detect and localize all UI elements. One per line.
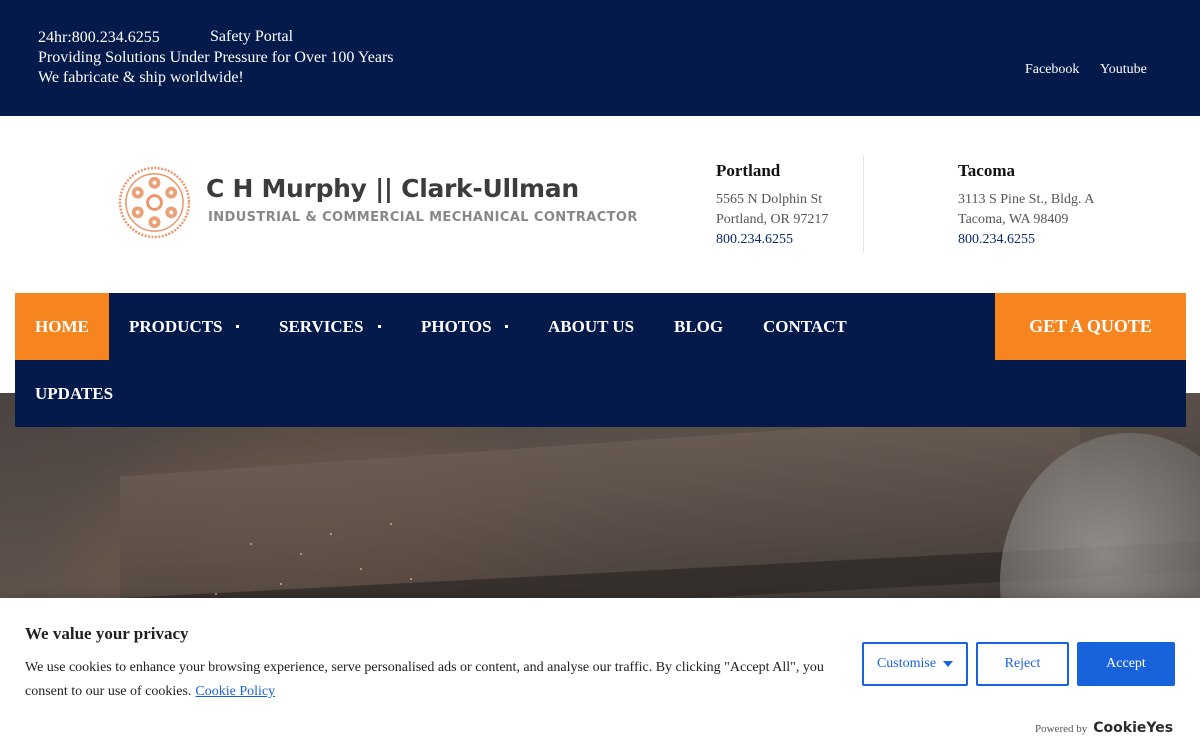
location-city-line: Portland, OR 97217 [716,212,829,227]
tagline-secondary: We fabricate & ship worldwide! [38,69,244,86]
customise-button[interactable]: Customise [862,642,968,686]
customise-label: Customise [876,656,937,671]
top-bar: 24hr:800.234.6255 Safety Portal Providin… [0,0,1200,116]
dropdown-dot-icon [378,325,381,328]
hero-spark [280,583,282,585]
reject-button[interactable]: Reject [976,642,1069,686]
location-phone[interactable]: 800.234.6255 [958,230,1094,250]
facebook-link[interactable]: Facebook [1025,62,1079,78]
nav-contact[interactable]: CONTACT [763,293,847,360]
powered-by: Powered by CookieYes [1035,720,1173,736]
nav-updates[interactable]: UPDATES [35,360,113,427]
logo-subtitle: INDUSTRIAL & COMMERCIAL MECHANICAL CONTR… [208,210,638,225]
location-city: Tacoma [958,161,1015,180]
powered-by-label: Powered by [1035,723,1088,735]
caret-down-icon [943,660,954,667]
dropdown-dot-icon [236,325,239,328]
nav-blog[interactable]: BLOG [674,293,723,360]
nav-photos[interactable]: PHOTOS [421,293,492,360]
hero-spark [360,568,362,570]
cookie-policy-link[interactable]: Cookie Policy [195,684,275,699]
location-street: 5565 N Dolphin St [716,192,823,207]
hero-spark [390,523,392,525]
accept-button[interactable]: Accept [1077,642,1175,686]
location-city: Portland [716,161,781,180]
location-phone[interactable]: 800.234.6255 [716,230,828,250]
cookie-title: We value your privacy [25,624,189,643]
site-header: C H Murphy || Clark-Ullman INDUSTRIAL & … [0,116,1200,293]
safety-portal-link[interactable]: Safety Portal [210,28,293,46]
hero-spark [330,533,332,535]
logo-title: C H Murphy || Clark-Ullman [206,174,579,203]
hero-spark [215,593,217,595]
tagline-primary: Providing Solutions Under Pressure for O… [38,49,394,66]
dropdown-dot-icon [505,325,508,328]
hero-spark [250,543,252,545]
location-street: 3113 S Pine St., Bldg. A [958,192,1095,207]
get-a-quote-button[interactable]: GET A QUOTE [995,293,1186,360]
nav-services[interactable]: SERVICES [279,293,363,360]
nav-about-us[interactable]: ABOUT US [548,293,634,360]
cookie-banner: We value your privacy We use cookies to … [0,598,1200,750]
nav-products[interactable]: PRODUCTS [129,293,223,360]
cookieyes-logo[interactable]: CookieYes [1093,720,1173,736]
cookie-body: We use cookies to enhance your browsing … [25,660,824,699]
main-nav: HOME PRODUCTS SERVICES PHOTOS ABOUT US B… [15,293,1186,427]
location-tacoma: Tacoma 3113 S Pine St., Bldg. A Tacoma, … [958,160,1094,250]
cookie-text: We use cookies to enhance your browsing … [25,656,835,704]
location-divider [863,156,864,252]
hero-spark [410,578,412,580]
location-portland: Portland 5565 N Dolphin St Portland, OR … [716,160,828,250]
company-logo[interactable]: C H Murphy || Clark-Ullman INDUSTRIAL & … [118,166,637,242]
location-city-line: Tacoma, WA 98409 [958,212,1069,227]
nav-home[interactable]: HOME [15,293,109,360]
youtube-link[interactable]: Youtube [1100,62,1147,78]
emergency-phone[interactable]: 24hr:800.234.6255 [38,28,160,48]
gear-wheel-logo-icon [118,166,191,239]
hero-spark [300,553,302,555]
